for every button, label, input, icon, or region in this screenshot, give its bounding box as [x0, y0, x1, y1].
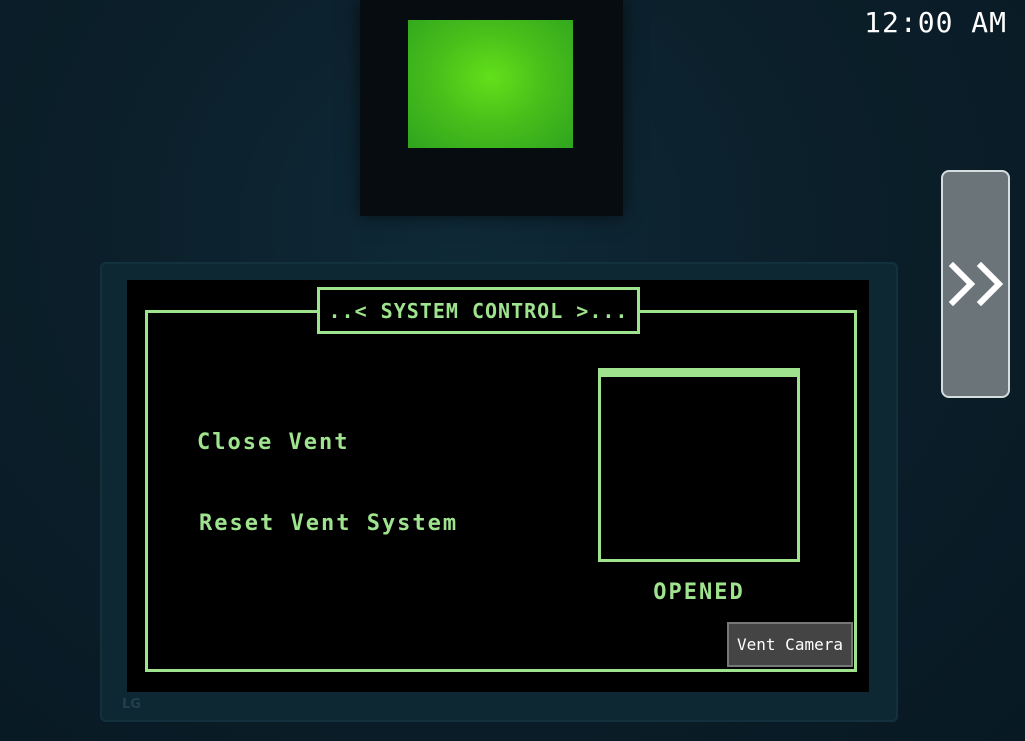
next-view-button[interactable]	[941, 170, 1010, 398]
double-chevron-right-icon	[948, 262, 1003, 306]
monitor-brand-logo: LG	[122, 697, 141, 712]
reset-vent-system-option[interactable]: Reset Vent System	[199, 511, 458, 536]
wall-light-panel	[360, 0, 623, 216]
close-vent-option[interactable]: Close Vent	[197, 430, 349, 455]
vent-status-bar	[601, 371, 797, 377]
monitor: LG ..< SYSTEM CONTROL >... Close Vent Re…	[100, 262, 898, 722]
clock-time: 12:00 AM	[864, 6, 1007, 39]
vent-camera-button[interactable]: Vent Camera	[727, 622, 853, 667]
monitor-screen: ..< SYSTEM CONTROL >... Close Vent Reset…	[127, 280, 869, 692]
office-scene: 12:00 AM LG ..< SYSTEM CONTROL >... Clos…	[0, 0, 1025, 741]
vent-status-display	[598, 368, 800, 562]
panel-title: ..< SYSTEM CONTROL >...	[317, 287, 640, 334]
green-light	[408, 20, 573, 148]
vent-status-text: OPENED	[653, 580, 745, 605]
